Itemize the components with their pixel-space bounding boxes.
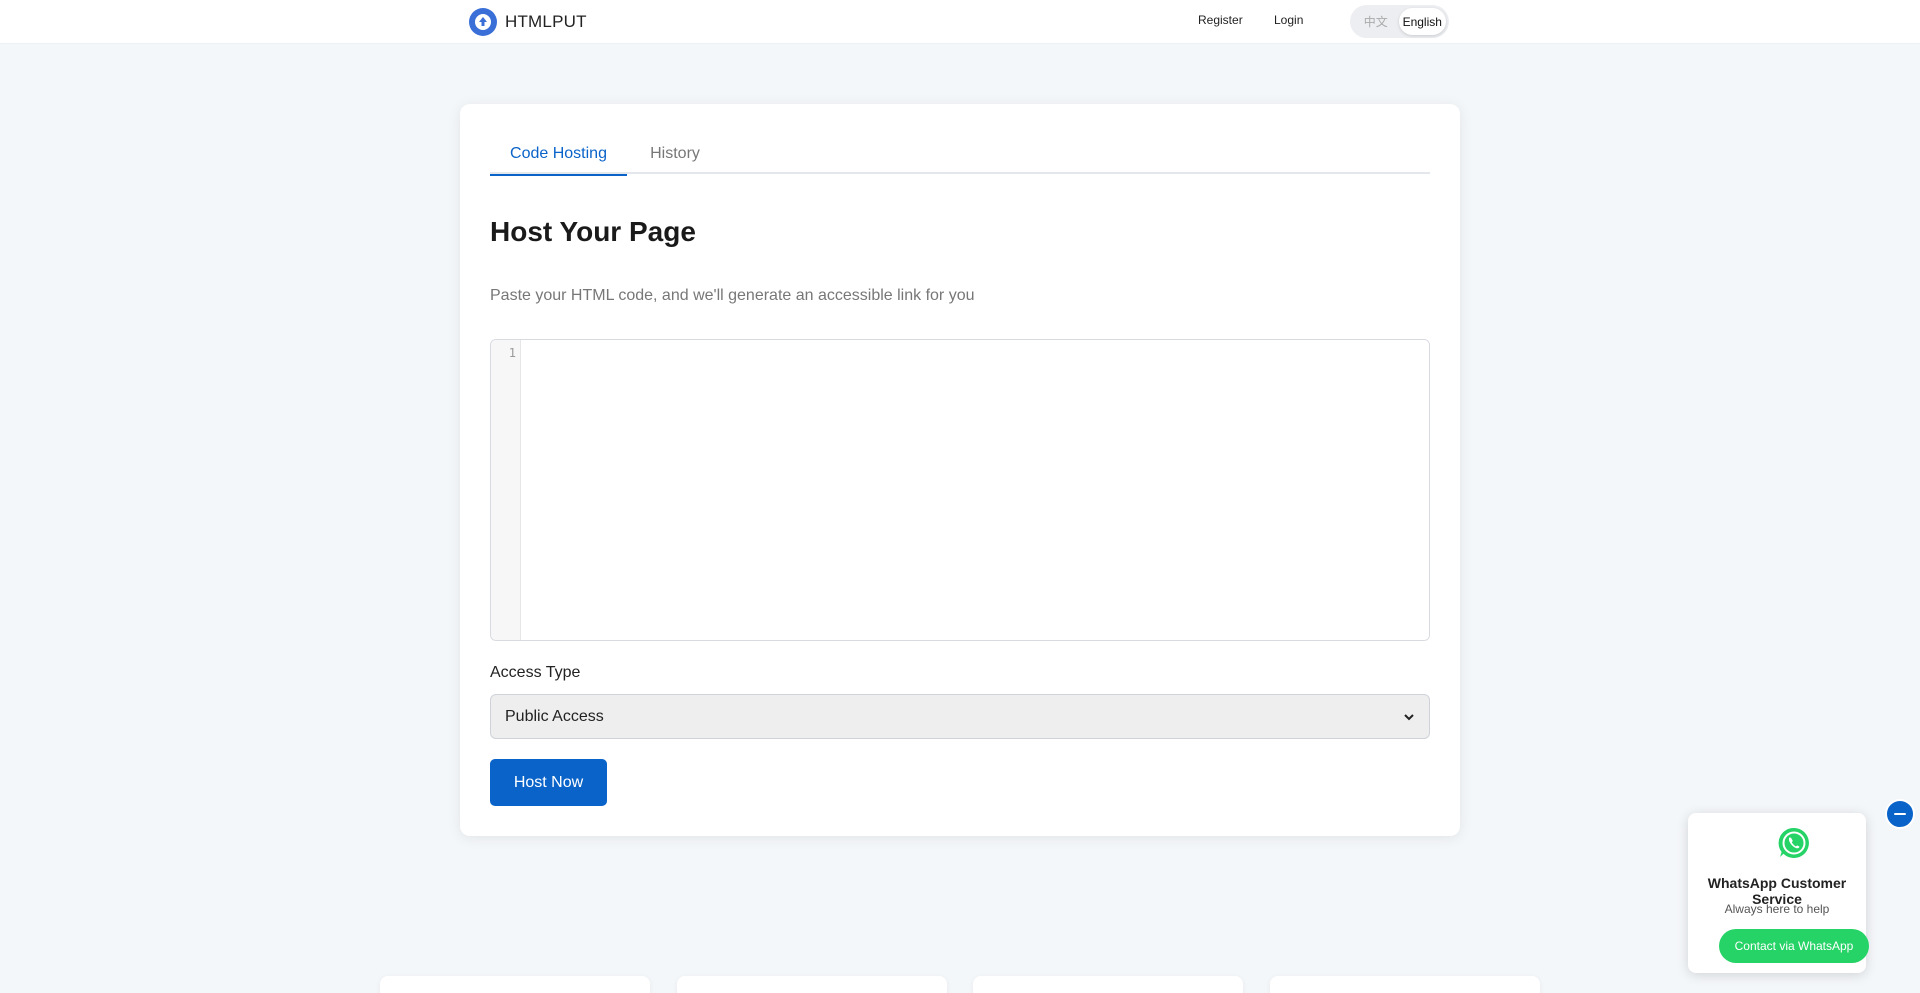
brand-name: HTMLPUT (505, 12, 587, 31)
hosting-card: Code Hosting History Host Your Page Past… (460, 104, 1460, 836)
code-editor[interactable]: 1 (490, 339, 1430, 641)
feature-card (1270, 976, 1540, 993)
tab-history[interactable]: History (627, 134, 723, 174)
host-now-button[interactable]: Host Now (490, 759, 607, 806)
feature-card (380, 976, 650, 993)
line-number: 1 (508, 346, 516, 360)
html-code-input[interactable] (522, 340, 1429, 640)
logo-upload-icon (469, 8, 497, 36)
minimize-widget-button[interactable] (1885, 799, 1915, 829)
tab-code-hosting[interactable]: Code Hosting (490, 134, 627, 176)
page-title: Host Your Page (490, 216, 696, 247)
access-type-select[interactable]: Public Access (490, 694, 1430, 739)
login-link[interactable]: Login (1274, 13, 1303, 27)
feature-card (677, 976, 947, 993)
access-type-value: Public Access (505, 707, 604, 725)
minus-icon (1894, 813, 1906, 815)
top-header: HTMLPUT Register Login 中文 English (0, 0, 1920, 44)
register-link[interactable]: Register (1198, 13, 1243, 27)
language-option-english[interactable]: English (1398, 8, 1446, 35)
language-option-chinese[interactable]: 中文 (1353, 8, 1399, 35)
chevron-down-icon (1404, 713, 1414, 720)
access-type-label: Access Type (490, 664, 581, 681)
whatsapp-icon (1778, 827, 1809, 858)
tab-bar: Code Hosting History (490, 134, 1430, 176)
brand[interactable]: HTMLPUT (469, 8, 587, 36)
whatsapp-subtitle: Always here to help (1724, 902, 1830, 916)
feature-card (973, 976, 1243, 993)
language-toggle: 中文 English (1350, 5, 1449, 38)
whatsapp-widget: WhatsApp Customer Service Always here to… (1688, 813, 1869, 973)
contact-whatsapp-button[interactable]: Contact via WhatsApp (1719, 929, 1869, 963)
editor-gutter: 1 (491, 340, 521, 640)
page-subtitle: Paste your HTML code, and we'll generate… (490, 287, 975, 304)
